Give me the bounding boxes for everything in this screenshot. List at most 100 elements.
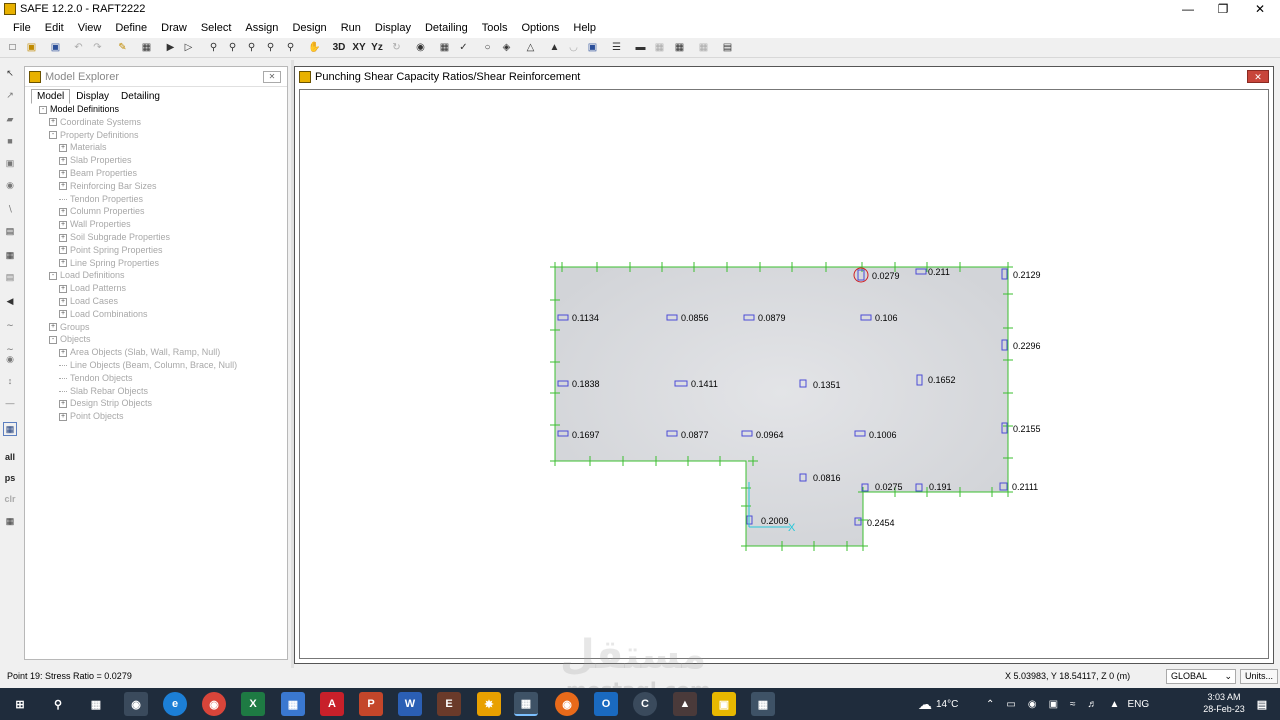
pan-icon[interactable]: ✋ [307,40,322,55]
menu-design[interactable]: Design [285,22,333,34]
report-icon[interactable]: ▤ [720,40,735,55]
draw-tendon-icon[interactable]: ∼ [3,318,17,332]
tree-node[interactable]: + Line Spring Properties [59,257,159,269]
maximize-button[interactable]: ❐ [1205,0,1241,18]
tree-node[interactable]: + Design Strip Objects [59,397,152,409]
pencil-icon[interactable]: ✎ [115,40,130,55]
expand-icon[interactable]: + [59,310,67,319]
etabs-icon[interactable]: E [437,692,461,716]
menu-select[interactable]: Select [194,22,239,34]
tree-node[interactable]: + Point Objects [59,410,124,422]
draw-point-icon[interactable]: ◉ [3,352,17,366]
draw-wall-icon[interactable]: ▤ [3,270,17,284]
expand-icon[interactable]: + [59,297,67,306]
draw-rect-icon[interactable]: ■ [3,134,17,148]
edge-icon[interactable]: e [163,692,187,716]
view-close-button[interactable]: ✕ [1247,70,1269,83]
app-icon[interactable]: ✸ [477,692,501,716]
outlook-icon[interactable]: O [594,692,618,716]
previous-selection-button[interactable]: ps [3,471,17,485]
autocad-icon[interactable]: A [320,692,344,716]
run-icon[interactable]: ▶ [163,40,178,55]
tree-node[interactable]: + Groups [49,321,90,333]
tab-model[interactable]: Model [31,89,71,104]
tree-node[interactable]: + Load Combinations [59,308,148,320]
explorer-close-button[interactable]: ✕ [263,71,281,83]
tree-node[interactable]: Tendon Objects [59,372,133,384]
circle-icon[interactable]: ○ [480,40,495,55]
notification-icon[interactable]: ▤ [1250,692,1274,716]
security-icon[interactable]: ▲ [1110,699,1120,710]
shape-icon[interactable]: ◡ [566,40,581,55]
expand-icon[interactable]: + [59,208,67,217]
snap-icon[interactable]: ▦ [3,422,17,436]
open-icon[interactable]: ▣ [24,40,39,55]
check-icon[interactable]: ✓ [456,40,471,55]
tree-node[interactable]: + Coordinate Systems [49,116,141,128]
slab-plan-view[interactable]: 0.0279 0.211 0.2129 0.1134 0.0856 0.0879 0.106… [300,90,1268,658]
menu-draw[interactable]: Draw [154,22,194,34]
expand-icon[interactable]: + [49,118,57,127]
expand-icon[interactable]: + [49,323,57,332]
excel-icon[interactable]: X [241,692,265,716]
save-icon[interactable]: ▣ [48,40,63,55]
view-yz-button[interactable]: Yz [369,40,385,55]
expand-icon[interactable]: + [59,169,67,178]
draw-beam-icon[interactable]: ▤ [3,224,17,238]
meet-icon[interactable]: ▣ [1049,699,1058,710]
table-icon[interactable]: ▦ [696,40,711,55]
tree-node[interactable]: + Materials [59,141,107,153]
chrome-icon[interactable]: ◉ [202,692,226,716]
draw-dimension-icon[interactable]: ↕ [3,374,17,388]
view-3d-button[interactable]: 3D [330,40,348,55]
tree-node[interactable]: Line Objects (Beam, Column, Brace, Null) [59,359,237,371]
expand-icon[interactable]: + [59,144,67,153]
tree-node[interactable]: - Property Definitions [49,129,139,141]
redo-icon[interactable]: ↷ [90,40,105,55]
task-view-icon[interactable]: ▦ [84,692,108,716]
expand-icon[interactable]: + [59,220,67,229]
tree-node[interactable]: Slab Rebar Objects [59,385,148,397]
draw-column-icon[interactable]: ▦ [3,248,17,262]
network-icon[interactable]: ◉ [1028,699,1037,710]
powerpoint-icon[interactable]: P [359,692,383,716]
expand-icon[interactable]: + [59,400,67,409]
weather-widget[interactable]: ☁ 14°C [918,688,958,720]
print-preview-icon[interactable]: ▦ [139,40,154,55]
battery-icon[interactable]: ▭ [1006,699,1015,710]
grid-icon[interactable]: ▦ [672,40,687,55]
menu-detailing[interactable]: Detailing [418,22,475,34]
tree-node[interactable]: + Beam Properties [59,167,137,179]
menu-edit[interactable]: Edit [38,22,71,34]
expand-icon[interactable]: + [59,233,67,242]
coord-system-select[interactable]: GLOBAL ⌄ [1166,669,1236,684]
zoom-window-icon[interactable]: ⚲ [206,40,221,55]
store-icon[interactable]: ▦ [281,692,305,716]
tree-node[interactable]: + Slab Properties [59,154,132,166]
draw-line-icon[interactable]: ∖ [3,202,17,216]
select-icon[interactable]: ▦ [437,40,452,55]
explorer-icon[interactable]: ▣ [712,692,736,716]
draw-strip-icon[interactable]: ◀ [3,294,17,308]
run-all-icon[interactable]: ▷ [181,40,196,55]
menu-display[interactable]: Display [368,22,418,34]
collapse-icon[interactable]: - [49,272,57,281]
clear-selection-button[interactable]: clr [3,492,17,506]
zoom-icon[interactable]: ⚲ [244,40,259,55]
tree-node[interactable]: + Load Patterns [59,282,126,294]
reshape-icon[interactable]: ↗ [3,88,17,102]
tree-node[interactable]: - Objects [49,333,91,345]
menu-file[interactable]: File [6,22,38,34]
units-button[interactable]: Units... [1240,669,1278,684]
start-icon[interactable]: ⊞ [8,692,32,716]
menu-view[interactable]: View [71,22,109,34]
model-canvas[interactable]: 0.0279 0.211 0.2129 0.1134 0.0856 0.0879 0.106… [299,89,1269,659]
menu-options[interactable]: Options [514,22,566,34]
select-all-button[interactable]: all [3,450,17,464]
intersect-select-icon[interactable]: ▦ [3,514,17,528]
display-icon[interactable]: ▣ [585,40,600,55]
fill-icon[interactable]: ◈ [499,40,514,55]
collapse-icon[interactable]: - [49,336,57,345]
tree-node[interactable]: + Wall Properties [59,218,131,230]
firefox-icon[interactable]: ◉ [555,692,579,716]
